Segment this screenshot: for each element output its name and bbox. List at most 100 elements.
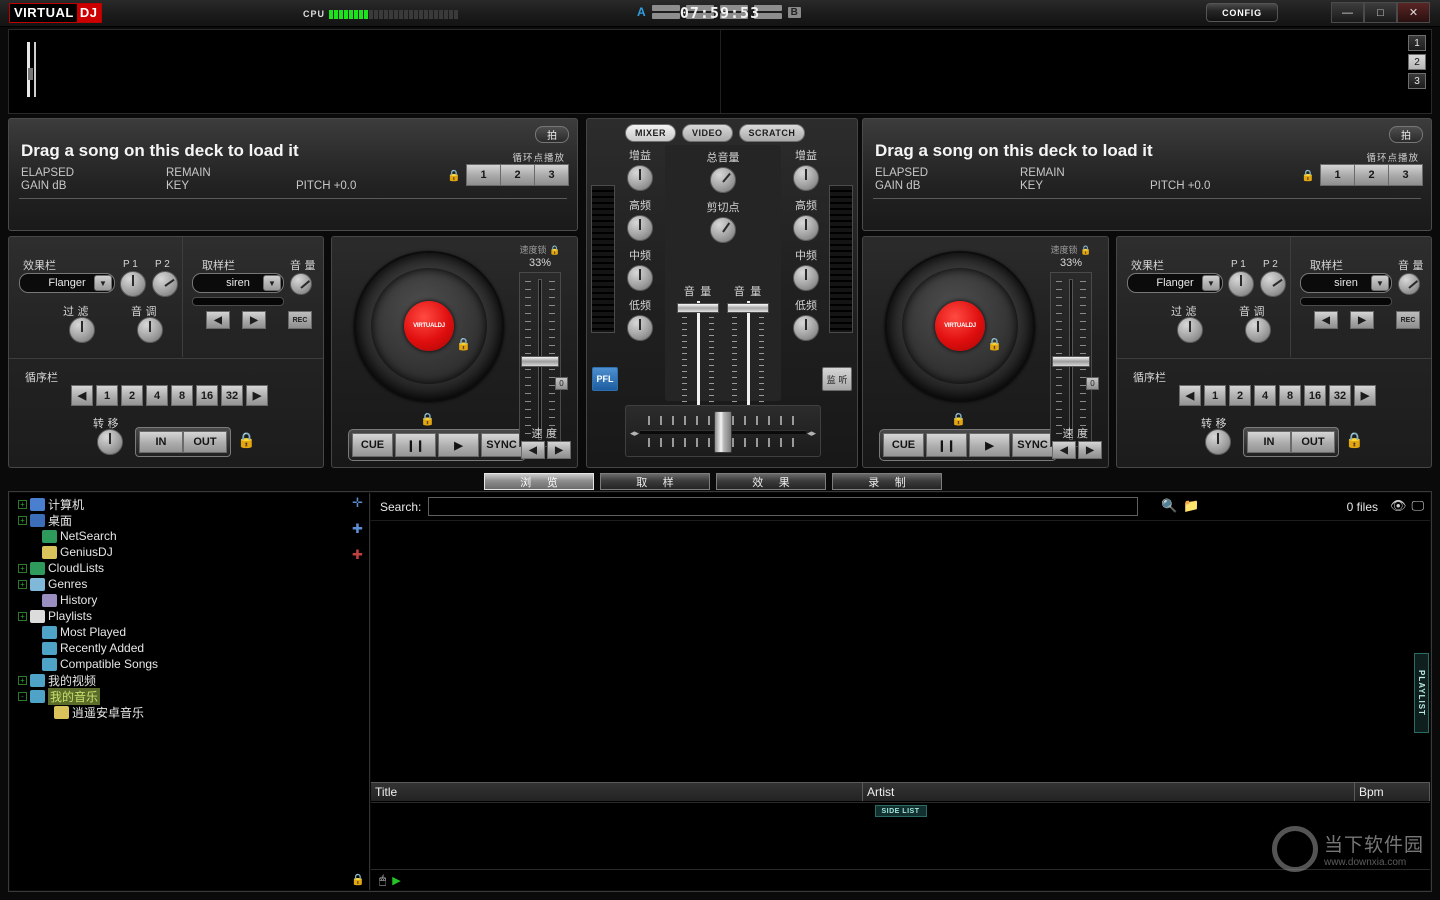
browser-tab-1[interactable]: 取 样 [600,473,710,490]
tree-node-8[interactable]: Most Played [10,624,369,640]
tree-node-1[interactable]: +桌面 [10,512,369,528]
low-eq-knob-right[interactable] [793,315,819,341]
loop-out-button[interactable]: OUT [1291,431,1335,453]
loop-prev-button[interactable]: ◀ [1179,385,1201,406]
gain-knob-right[interactable] [793,165,819,191]
speed-up-button[interactable]: ▶ [1078,441,1102,459]
loop-button-1[interactable]: 1 [1320,164,1355,186]
gain-knob-left[interactable] [627,165,653,191]
column-header-bpm[interactable]: Bpm [1355,783,1430,801]
collapse-icon[interactable]: - [18,692,27,701]
loop-prev-button[interactable]: ◀ [71,385,93,406]
column-header-title[interactable]: Title [371,783,863,801]
preview-eye-icon[interactable]: 👁 [1390,498,1407,514]
volume-fader-right[interactable]: 音 量 [728,283,768,409]
maximize-button[interactable]: □ [1364,2,1397,23]
loop-length-2[interactable]: 2 [1229,385,1251,406]
add-folder-icon[interactable]: ✛ [350,495,365,510]
tree-node-9[interactable]: Recently Added [10,640,369,656]
p2-knob[interactable] [152,271,178,297]
waveform-zoom-buttons[interactable]: 123 [1408,35,1426,89]
pause-button[interactable]: ❙❙ [395,433,436,457]
shift-knob[interactable] [97,429,123,455]
loop-length-1[interactable]: 1 [96,385,118,406]
playlist-side-tab[interactable]: PLAYLIST [1414,653,1429,733]
volume-fader-handle-right[interactable] [727,303,769,313]
volume-fader-handle-left[interactable] [677,303,719,313]
waveform-cue-button-2[interactable]: 2 [1408,54,1426,70]
search-input[interactable] [428,497,1138,516]
config-button[interactable]: CONFIG [1206,3,1278,22]
tree-node-11[interactable]: +我的视频 [10,672,369,688]
sampler-next-button[interactable]: ▶ [1350,311,1374,329]
tree-node-13[interactable]: 逍遥安卓音乐 [10,704,369,720]
browser-tab-3[interactable]: 录 制 [832,473,942,490]
speed-buttons-right[interactable]: ◀ ▶ [1052,441,1102,459]
tree-node-2[interactable]: NetSearch [10,528,369,544]
close-button[interactable]: ✕ [1397,2,1430,23]
expand-icon[interactable]: + [18,500,27,509]
sampler-volume-knob[interactable] [290,273,312,295]
jog-wheel-left[interactable]: VIRTUALDJ [354,251,504,401]
chevron-down-icon[interactable]: ▼ [263,275,281,291]
song-grid-header[interactable]: TitleArtistBpm [371,782,1430,802]
loop-lock-icon[interactable]: 🔒 [1345,431,1364,449]
chevron-down-icon[interactable]: ▼ [1202,275,1220,291]
monitor-view-icon[interactable]: 🖵 [1411,498,1424,514]
speed-down-button[interactable]: ◀ [1052,441,1076,459]
tree-node-6[interactable]: History [10,592,369,608]
master-volume-knob[interactable] [710,167,736,193]
pitch-lock-icon[interactable]: 🔒 [1080,246,1091,256]
loop-length-8[interactable]: 8 [171,385,193,406]
expand-icon[interactable]: + [18,516,27,525]
beat-button-right[interactable]: 拍 [1389,126,1423,143]
search-magnifier-icon[interactable]: 🔍 [1161,498,1177,514]
sampler-select-right[interactable]: siren ▼ [1300,273,1392,293]
loop-length-2[interactable]: 2 [121,385,143,406]
play-button[interactable]: ▶ [969,433,1010,457]
view-toggle-icons[interactable]: 👁 🖵 [1390,498,1424,514]
cue-button[interactable]: CUE [352,433,393,457]
crossfade-cut-knob[interactable] [710,217,736,243]
filter-knob[interactable] [1177,317,1203,343]
expand-icon[interactable]: + [18,564,27,573]
speed-up-button[interactable]: ▶ [547,441,571,459]
waveform-display[interactable]: 123 [8,29,1432,114]
loop-in-button[interactable]: IN [1247,431,1291,453]
tree-node-7[interactable]: +Playlists [10,608,369,624]
pitch-slider-right[interactable]: 0 [1050,272,1092,447]
pitch-slider-left[interactable]: 0 [519,272,561,447]
deck-right-loop-buttons[interactable]: 🔒 1 2 3 [1301,164,1423,186]
pitch-lock-icon[interactable]: 🔒 [549,246,560,256]
high-eq-knob-left[interactable] [627,215,653,241]
sampler-select-left[interactable]: siren ▼ [192,273,284,293]
loop-length-32[interactable]: 32 [1329,385,1351,406]
mid-eq-knob-right[interactable] [793,265,819,291]
jog-lock-bottom-icon[interactable]: 🔒 [951,412,966,426]
browser-tab-2[interactable]: 效 果 [716,473,826,490]
pitch-zero-button[interactable]: 0 [555,377,568,390]
loop-button-2[interactable]: 2 [1354,164,1389,186]
beat-button-left[interactable]: 拍 [535,126,569,143]
tree-node-0[interactable]: +计算机 [10,496,369,512]
loop-length-32[interactable]: 32 [221,385,243,406]
effect-select-left[interactable]: Flanger ▼ [19,273,115,293]
add-virtual-folder-icon[interactable]: ✚ [350,521,365,536]
speed-buttons-left[interactable]: ◀ ▶ [521,441,571,459]
shift-knob[interactable] [1205,429,1231,455]
high-eq-knob-right[interactable] [793,215,819,241]
lock-icon[interactable]: 🔒 [447,169,461,182]
tree-node-12[interactable]: -我的音乐 [10,688,369,704]
search-extra-icons[interactable]: 🔍 📁 [1161,498,1199,514]
loop-length-buttons-left[interactable]: ◀12481632▶ [71,385,268,406]
low-eq-knob-left[interactable] [627,315,653,341]
pause-button[interactable]: ❙❙ [926,433,967,457]
mixer-tab-group[interactable]: MIXERVIDEOSCRATCH [625,124,805,142]
loop-length-4[interactable]: 4 [146,385,168,406]
tree-lock-icon[interactable]: 🔒 [351,873,365,886]
pitch-slider-handle[interactable] [521,356,559,367]
pitch-knob[interactable] [1245,317,1271,343]
p1-knob[interactable] [120,271,146,297]
chevron-down-icon[interactable]: ▼ [1371,275,1389,291]
jog-lock-bottom-icon[interactable]: 🔒 [420,412,435,426]
